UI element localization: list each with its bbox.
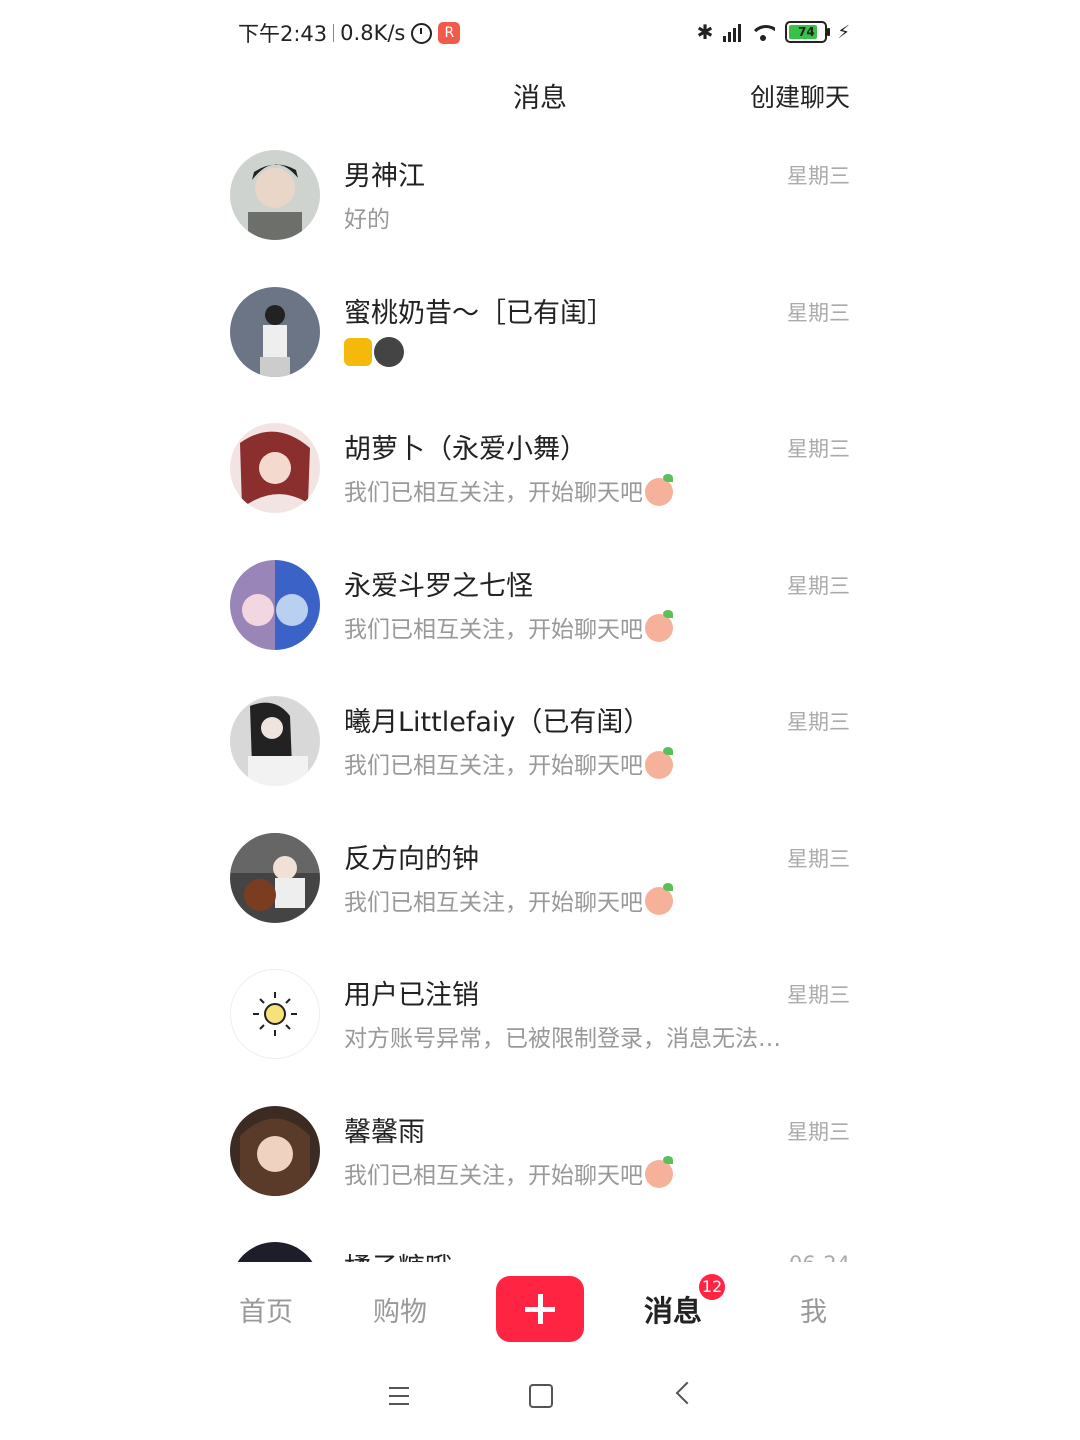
menu-icon[interactable] xyxy=(389,1387,409,1411)
tab-home[interactable]: 首页 xyxy=(239,1290,293,1329)
alarm-icon xyxy=(411,22,433,44)
conversation-name: 蜜桃奶昔～［已有闺］ xyxy=(344,297,614,329)
bluetooth-icon: ✱ xyxy=(696,20,714,44)
avatar xyxy=(230,423,320,513)
peach-emoji-icon xyxy=(645,473,673,506)
conversation-preview: 我们已相互关注，开始聊天吧 xyxy=(344,746,673,781)
avatar xyxy=(230,1105,320,1196)
conversation-name: 反方向的钟 xyxy=(344,843,479,875)
peach-emoji-icon xyxy=(645,746,673,779)
bottom-tab-bar: 首页 购物 消息 12 我 xyxy=(222,1262,858,1357)
conversation-name: 胡萝卜（永爱小舞） xyxy=(344,434,587,465)
avatar xyxy=(230,969,320,1059)
tab-messages[interactable]: 消息 xyxy=(644,1288,702,1330)
home-icon[interactable] xyxy=(529,1384,553,1408)
conversation-row[interactable]: 曦月Littlefaiy（已有闺） 我们已相互关注，开始聊天吧 星期三 xyxy=(222,676,858,813)
app-screen: 下午2:43 0.8K/s R ✱ 74 ⚡ 消息 创建聊天 男神江 好的 星期… xyxy=(222,0,858,1440)
conversation-time: 星期三 xyxy=(787,300,850,325)
avatar xyxy=(230,150,320,240)
conversation-name: 永爱斗罗之七怪 xyxy=(344,570,533,602)
clock: 下午2:43 xyxy=(238,22,328,46)
conversation-preview xyxy=(344,336,404,367)
avatar xyxy=(230,832,320,923)
conversation-row[interactable]: 橘子糖哦 06-24 xyxy=(222,1222,858,1263)
conversation-time: 星期三 xyxy=(787,437,850,461)
create-post-button[interactable] xyxy=(496,1276,584,1342)
conversation-row[interactable]: 蜜桃奶昔～［已有闺］ 星期三 xyxy=(222,267,858,404)
signal-icon xyxy=(723,22,742,42)
conversation-time: 星期三 xyxy=(787,164,850,188)
thumbs-up-icon xyxy=(344,337,372,366)
conversation-preview: 我们已相互关注，开始聊天吧 xyxy=(344,883,673,918)
header: 消息 创建聊天 xyxy=(222,70,858,120)
peach-emoji-icon xyxy=(645,610,673,642)
conversation-name: 男神江 xyxy=(344,161,425,192)
conversation-preview: 对方账号异常，已被限制登录，消息无法… xyxy=(344,1026,781,1052)
peach-emoji-icon xyxy=(645,1156,673,1188)
tab-shop[interactable]: 购物 xyxy=(373,1290,427,1329)
peach-emoji-icon xyxy=(645,883,673,915)
conversation-preview: 我们已相互关注，开始聊天吧 xyxy=(344,610,673,645)
conversation-row[interactable]: 男神江 好的 星期三 xyxy=(222,130,858,267)
conversation-preview: 好的 xyxy=(344,207,390,233)
conversation-time: 星期三 xyxy=(787,573,850,598)
divider xyxy=(333,24,335,42)
status-bar: 下午2:43 0.8K/s R ✱ 74 ⚡ xyxy=(222,14,858,54)
app-notification-icon: R xyxy=(438,22,461,44)
conversation-row[interactable]: 馨馨雨 我们已相互关注，开始聊天吧 星期三 xyxy=(222,1086,858,1223)
conversation-name: 曦月Littlefaiy（已有闺） xyxy=(344,707,651,738)
conversation-row[interactable]: 永爱斗罗之七怪 我们已相互关注，开始聊天吧 星期三 xyxy=(222,540,858,677)
create-chat-button[interactable]: 创建聊天 xyxy=(750,78,850,114)
charging-icon: ⚡ xyxy=(837,21,850,43)
conversation-name: 馨馨雨 xyxy=(344,1116,425,1148)
conversation-list[interactable]: 男神江 好的 星期三 蜜桃奶昔～［已有闺］ 星期三 胡萝卜（永爱小舞） 我们已相… xyxy=(222,130,858,1263)
conversation-preview: 我们已相互关注，开始聊天吧 xyxy=(344,1156,673,1191)
network-speed: 0.8K/s xyxy=(340,21,406,45)
unread-badge: 12 xyxy=(699,1274,725,1300)
conversation-row[interactable]: 用户已注销 对方账号异常，已被限制登录，消息无法… 星期三 xyxy=(222,949,858,1086)
battery-level: 74 xyxy=(798,25,815,39)
conversation-time: 星期三 xyxy=(787,1119,850,1144)
conversation-row[interactable]: 反方向的钟 我们已相互关注，开始聊天吧 星期三 xyxy=(222,813,858,950)
conversation-preview: 我们已相互关注，开始聊天吧 xyxy=(344,473,673,508)
conversation-name: 用户已注销 xyxy=(344,980,479,1011)
tab-me[interactable]: 我 xyxy=(800,1290,827,1329)
avatar xyxy=(230,696,320,786)
system-nav-bar xyxy=(222,1357,858,1440)
conversation-time: 星期三 xyxy=(787,846,850,871)
back-icon[interactable] xyxy=(675,1381,699,1405)
conversation-time: 星期三 xyxy=(787,983,850,1007)
conversation-name: 橘子糖哦 xyxy=(344,1246,452,1263)
avatar xyxy=(230,1242,320,1263)
avatar xyxy=(230,559,320,650)
dark-moon-icon xyxy=(374,336,404,367)
conversation-time: 星期三 xyxy=(787,710,850,734)
battery-icon: 74 xyxy=(785,21,831,43)
conversation-row[interactable]: 胡萝卜（永爱小舞） 我们已相互关注，开始聊天吧 星期三 xyxy=(222,403,858,540)
avatar xyxy=(230,286,320,377)
wifi-icon xyxy=(751,23,776,41)
